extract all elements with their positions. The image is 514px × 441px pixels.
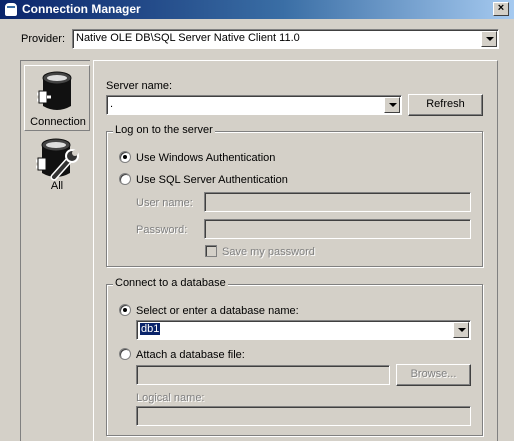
app-icon: [4, 2, 18, 17]
title-bar: Connection Manager ×: [0, 0, 514, 19]
database-name-text: db1: [140, 323, 161, 335]
password-label: Password:: [136, 224, 188, 236]
logon-group-title: Log on to the server: [113, 124, 215, 136]
chevron-down-icon[interactable]: [481, 31, 497, 47]
provider-dropdown[interactable]: Native OLE DB\SQL Server Native Client 1…: [72, 29, 499, 49]
logical-name-label: Logical name:: [136, 392, 205, 404]
attach-file-radio[interactable]: [119, 348, 131, 360]
sql-auth-label[interactable]: Use SQL Server Authentication: [136, 174, 288, 186]
select-database-radio[interactable]: [119, 304, 131, 316]
server-name-combo[interactable]: .: [106, 95, 402, 115]
attach-file-field[interactable]: [136, 365, 390, 385]
close-button[interactable]: ×: [493, 2, 509, 16]
nav-label-all: All: [50, 180, 64, 192]
password-field[interactable]: [204, 219, 471, 239]
username-label: User name:: [136, 197, 193, 209]
database-plug-icon: [37, 71, 72, 110]
nav-label-connection: Connection: [30, 116, 86, 128]
provider-value: Native OLE DB\SQL Server Native Client 1…: [76, 32, 300, 44]
nav-item-connection[interactable]: Connection: [24, 65, 90, 131]
windows-auth-label[interactable]: Use Windows Authentication: [136, 152, 275, 164]
save-password-label[interactable]: Save my password: [222, 246, 315, 258]
attach-file-label[interactable]: Attach a database file:: [136, 349, 245, 361]
logical-name-field[interactable]: [136, 406, 471, 426]
sql-auth-radio[interactable]: [119, 173, 131, 185]
save-password-checkbox[interactable]: [205, 245, 217, 257]
nav-panel: Connection All: [20, 60, 90, 441]
refresh-button[interactable]: Refresh: [408, 94, 483, 116]
windows-auth-radio[interactable]: [119, 151, 131, 163]
select-database-label[interactable]: Select or enter a database name:: [136, 305, 299, 317]
username-field[interactable]: [204, 192, 471, 212]
window-title: Connection Manager: [22, 2, 141, 16]
chevron-down-icon[interactable]: [453, 322, 469, 338]
nav-item-all[interactable]: All: [24, 133, 90, 199]
database-name-value: db1: [140, 323, 161, 335]
database-wrench-icon: [36, 138, 79, 181]
provider-label: Provider:: [21, 33, 66, 45]
server-name-value: .: [110, 98, 114, 110]
database-group-title: Connect to a database: [113, 277, 228, 289]
chevron-down-icon[interactable]: [384, 97, 400, 113]
server-name-label: Server name:: [106, 80, 173, 92]
database-name-combo[interactable]: db1: [136, 320, 471, 340]
browse-button[interactable]: Browse...: [396, 364, 471, 386]
